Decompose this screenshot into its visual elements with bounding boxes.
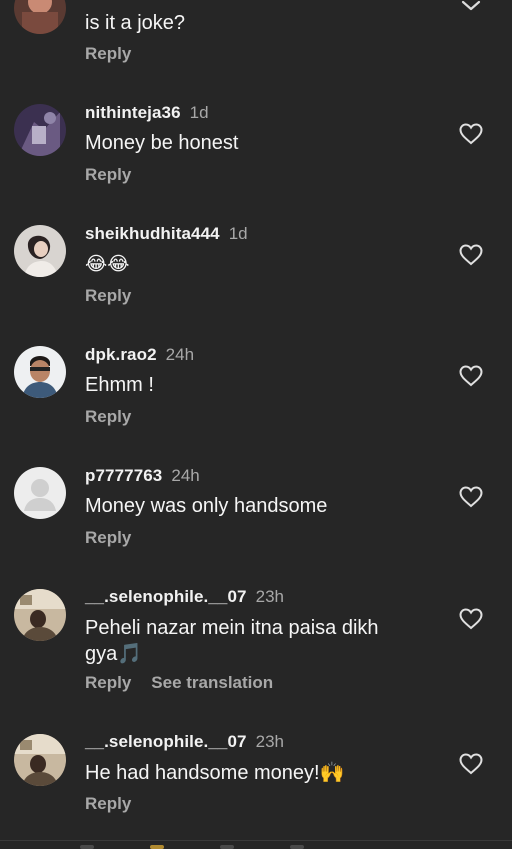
see-translation-button[interactable]: See translation [151,673,273,692]
comment-item: is it a joke? Reply [0,0,512,80]
reply-button[interactable]: Reply [85,794,131,813]
comment-item: nithinteja36 1d Money be honest Reply [0,100,512,210]
reply-button[interactable]: Reply [85,673,131,692]
comment-header: __.selenophile.__07 23h [85,732,284,752]
username[interactable]: __.selenophile.__07 [85,732,247,751]
comment-header: p7777763 24h [85,466,200,486]
comment-actions: Reply [85,286,151,306]
username[interactable]: sheikhudhita444 [85,224,220,243]
comment-item: p7777763 24h Money was only handsome Repl… [0,463,512,573]
comment-actions: Reply See translation [85,673,293,693]
chevron-down-icon[interactable] [459,0,483,14]
comment-actions: Reply [85,794,151,814]
comment-text: 😂😂 [85,253,130,275]
comment-item: __.selenophile.__07 23h Peheli nazar mein… [0,584,512,724]
username[interactable]: __.selenophile.__07 [85,587,247,606]
comment-header: nithinteja36 1d [85,103,209,123]
username[interactable]: p7777763 [85,466,162,485]
avatar[interactable] [14,346,66,398]
comments-screen: is it a joke? Reply nithinteja36 1d Money… [0,0,512,849]
heart-outline-icon[interactable] [459,123,483,145]
reply-button[interactable]: Reply [85,165,131,184]
heart-outline-icon[interactable] [459,244,483,266]
username[interactable]: dpk.rao2 [85,345,157,364]
timestamp: 1d [228,224,248,243]
comment-header: __.selenophile.__07 23h [85,587,284,607]
timestamp: 23h [255,732,284,751]
comment-text: Money be honest [85,132,239,154]
comment-item: dpk.rao2 24h Ehmm ! Reply [0,342,512,452]
comment-header: sheikhudhita444 1d [85,224,248,244]
reply-button[interactable]: Reply [85,407,131,426]
timestamp: 23h [255,587,284,606]
comment-text: Peheli nazar mein itna paisa dikh gya🎵 [85,617,379,665]
username[interactable]: nithinteja36 [85,103,181,122]
comment-text: He had handsome money!🙌 [85,762,345,784]
heart-outline-icon[interactable] [459,365,483,387]
heart-outline-icon[interactable] [459,608,483,630]
avatar[interactable] [14,104,66,156]
avatar[interactable] [14,0,66,34]
reply-button[interactable]: Reply [85,44,131,63]
avatar[interactable] [14,467,66,519]
comment-actions: Reply [85,44,151,64]
comment-actions: Reply [85,528,151,548]
divider [0,840,512,841]
comment-text: Money was only handsome [85,495,328,517]
avatar[interactable] [14,589,66,641]
heart-outline-icon[interactable] [459,753,483,775]
reply-button[interactable]: Reply [85,528,131,547]
timestamp: 24h [165,345,195,364]
emoji-bar-edge [80,845,304,849]
comment-item: __.selenophile.__07 23h He had handsome m… [0,729,512,839]
comment-text: is it a joke? [85,12,186,34]
comment-header: dpk.rao2 24h [85,345,194,365]
comment-actions: Reply [85,165,151,185]
avatar[interactable] [14,225,66,277]
timestamp: 1d [189,103,209,122]
comment-actions: Reply [85,407,151,427]
timestamp: 24h [171,466,200,485]
reply-button[interactable]: Reply [85,286,131,305]
comment-item: sheikhudhita444 1d 😂😂 Reply [0,221,512,331]
avatar[interactable] [14,734,66,786]
comment-text: Ehmm ! [85,374,154,396]
heart-outline-icon[interactable] [459,486,483,508]
